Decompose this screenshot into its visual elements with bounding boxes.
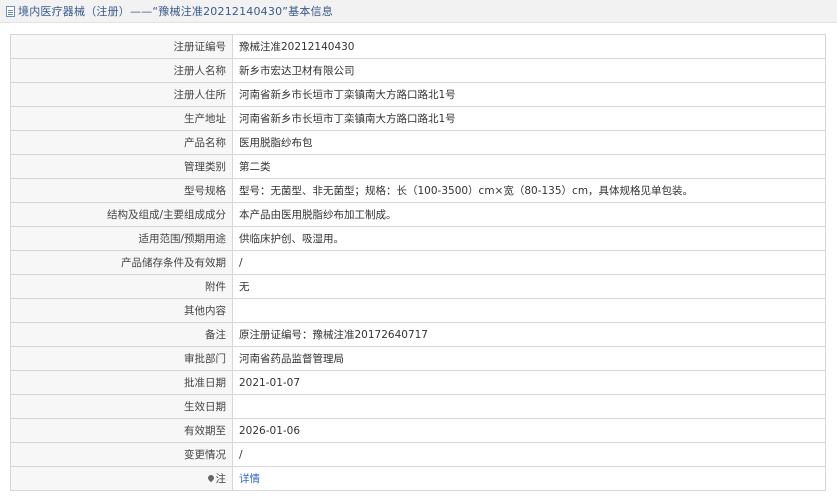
row-label: 有效期至 — [10, 418, 233, 443]
row-value: 豫械注准20212140430 — [232, 34, 826, 59]
row-value: / — [232, 442, 826, 467]
row-value: 2021-01-07 — [232, 370, 826, 395]
pin-icon — [206, 473, 215, 483]
note-row: 注 详情 — [10, 466, 826, 491]
row-label: 生产地址 — [10, 106, 233, 131]
table-row: 产品储存条件及有效期 / — [10, 250, 826, 275]
table-row: 注册证编号 豫械注准20212140430 — [10, 34, 826, 59]
table-row: 备注 原注册证编号：豫械注准20172640717 — [10, 322, 826, 347]
row-label: 审批部门 — [10, 346, 233, 371]
document-icon — [6, 5, 15, 17]
note-label-cell: 注 — [10, 466, 233, 491]
table-row: 批准日期 2021-01-07 — [10, 370, 826, 395]
info-table: 注册证编号 豫械注准20212140430 注册人名称 新乡市宏达卫材有限公司 注册… — [10, 34, 826, 491]
table-row: 审批部门 河南省药品监督管理局 — [10, 346, 826, 371]
table-row: 型号规格 型号：无菌型、非无菌型；规格：长（100-3500）cm×宽（80-13… — [10, 178, 826, 203]
row-label: 其他内容 — [10, 298, 233, 323]
row-label: 结构及组成/主要组成成分 — [10, 202, 233, 227]
row-value: 医用脱脂纱布包 — [232, 130, 826, 155]
row-label: 适用范围/预期用途 — [10, 226, 233, 251]
table-row: 有效期至 2026-01-06 — [10, 418, 826, 443]
row-label: 批准日期 — [10, 370, 233, 395]
row-value: 型号：无菌型、非无菌型；规格：长（100-3500）cm×宽（80-135）cm… — [232, 178, 826, 203]
row-label: 注册人住所 — [10, 82, 233, 107]
row-label: 注册人名称 — [10, 58, 233, 83]
row-value — [232, 394, 826, 419]
row-value: 本产品由医用脱脂纱布加工制成。 — [232, 202, 826, 227]
row-value: 河南省药品监督管理局 — [232, 346, 826, 371]
row-value: 新乡市宏达卫材有限公司 — [232, 58, 826, 83]
row-label: 附件 — [10, 274, 233, 299]
table-row: 生效日期 — [10, 394, 826, 419]
row-label: 注册证编号 — [10, 34, 233, 59]
table-row: 变更情况 / — [10, 442, 826, 467]
row-value: 第二类 — [232, 154, 826, 179]
row-label: 变更情况 — [10, 442, 233, 467]
row-label: 产品名称 — [10, 130, 233, 155]
row-value: 无 — [232, 274, 826, 299]
row-label: 型号规格 — [10, 178, 233, 203]
table-row: 产品名称 医用脱脂纱布包 — [10, 130, 826, 155]
row-label: 产品储存条件及有效期 — [10, 250, 233, 275]
details-link[interactable]: 详情 — [239, 473, 260, 485]
row-value: / — [232, 250, 826, 275]
row-value: 河南省新乡市长垣市丁栾镇南大方路口路北1号 — [232, 106, 826, 131]
row-label: 管理类别 — [10, 154, 233, 179]
row-label: 备注 — [10, 322, 233, 347]
table-row: 注册人住所 河南省新乡市长垣市丁栾镇南大方路口路北1号 — [10, 82, 826, 107]
table-row: 生产地址 河南省新乡市长垣市丁栾镇南大方路口路北1号 — [10, 106, 826, 131]
row-value: 原注册证编号：豫械注准20172640717 — [232, 322, 826, 347]
page-header: 境内医疗器械（注册）——“豫械注准20212140430”基本信息 — [0, 0, 837, 23]
row-value: 河南省新乡市长垣市丁栾镇南大方路口路北1号 — [232, 82, 826, 107]
row-value — [232, 298, 826, 323]
row-label: 生效日期 — [10, 394, 233, 419]
table-row: 附件无 — [10, 274, 826, 299]
table-row: 管理类别 第二类 — [10, 154, 826, 179]
table-row: 适用范围/预期用途 供临床护创、吸湿用。 — [10, 226, 826, 251]
table-row: 其他内容 — [10, 298, 826, 323]
table-row: 结构及组成/主要组成成分 本产品由医用脱脂纱布加工制成。 — [10, 202, 826, 227]
note-label: 注 — [215, 473, 227, 485]
table-row: 注册人名称 新乡市宏达卫材有限公司 — [10, 58, 826, 83]
row-value: 2026-01-06 — [232, 418, 826, 443]
page-title: 境内医疗器械（注册）——“豫械注准20212140430”基本信息 — [18, 5, 333, 18]
row-value: 供临床护创、吸湿用。 — [232, 226, 826, 251]
note-value-cell: 详情 — [232, 466, 826, 491]
